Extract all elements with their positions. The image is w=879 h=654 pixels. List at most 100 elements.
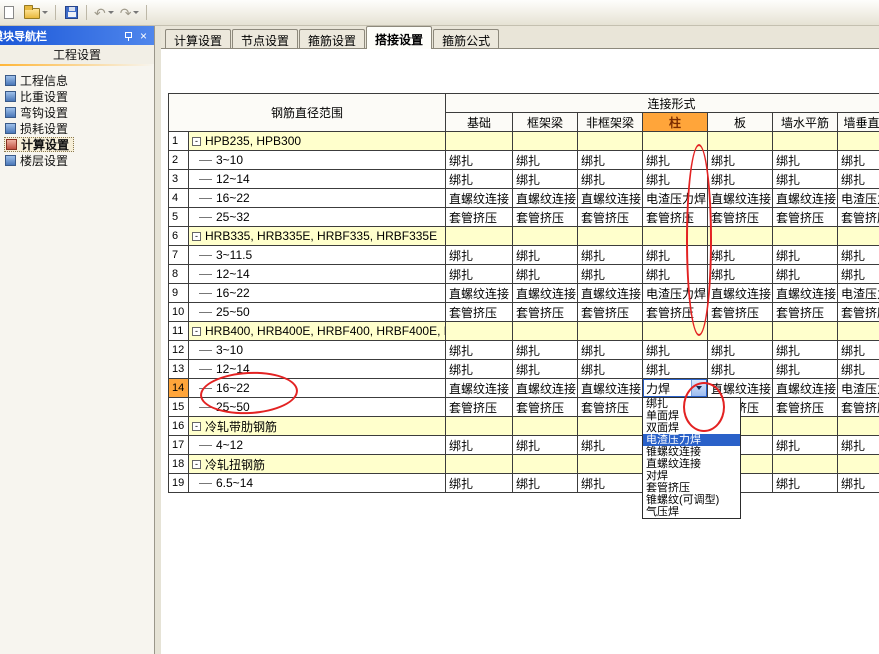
dropdown-option[interactable]: 电渣压力焊 [643, 434, 740, 446]
sidebar-item-project-info[interactable]: 工程信息 [4, 73, 72, 88]
connection-cell[interactable]: 绑扎 [708, 170, 773, 189]
connection-cell[interactable]: 直螺纹连接 [773, 379, 838, 398]
dropdown-option[interactable]: 绑扎 [643, 398, 740, 410]
connection-cell[interactable]: 套管挤压 [838, 208, 879, 227]
close-icon[interactable]: × [136, 29, 151, 43]
connection-cell[interactable]: 绑扎 [708, 341, 773, 360]
collapse-icon[interactable]: - [192, 326, 201, 336]
connection-combobox[interactable]: 力焊 [643, 379, 707, 397]
connection-cell[interactable]: 套管挤压 [578, 303, 643, 322]
connection-cell[interactable]: 绑扎 [446, 474, 513, 493]
connection-cell[interactable]: 绑扎 [446, 341, 513, 360]
connection-cell[interactable]: 绑扎 [643, 170, 708, 189]
connection-cell[interactable]: 绑扎 [578, 170, 643, 189]
connection-cell[interactable]: 绑扎 [773, 474, 838, 493]
diameter-range-cell[interactable]: 25~50 [189, 398, 446, 417]
tab-lap-settings[interactable]: 搭接设置 [366, 26, 433, 49]
connection-cell[interactable]: 套管挤压 [578, 208, 643, 227]
connection-cell[interactable]: 绑扎 [838, 151, 879, 170]
diameter-range-cell[interactable]: 12~14 [189, 170, 446, 189]
connection-cell[interactable]: 绑扎 [773, 360, 838, 379]
connection-cell[interactable]: 套管挤压 [838, 398, 879, 417]
tab-stirrup-formula[interactable]: 箍筋公式 [433, 29, 500, 48]
connection-cell[interactable]: 绑扎 [708, 360, 773, 379]
combobox-dropdown-button[interactable] [691, 380, 706, 396]
dropdown-option[interactable]: 对焊 [643, 470, 740, 482]
connection-cell[interactable]: 套管挤压 [708, 208, 773, 227]
connection-cell[interactable]: 绑扎 [578, 474, 643, 493]
connection-cell[interactable]: 绑扎 [513, 436, 578, 455]
connection-cell[interactable]: 套管挤压 [513, 398, 578, 417]
connection-cell[interactable]: 套管挤压 [773, 398, 838, 417]
connection-cell[interactable]: 绑扎 [838, 436, 879, 455]
sidebar-item-ratio-settings[interactable]: 比重设置 [4, 89, 72, 104]
connection-cell[interactable]: 套管挤压 [446, 303, 513, 322]
group-row[interactable]: - HPB235, HPB300 [189, 132, 446, 151]
dropdown-option[interactable]: 锥螺纹连接 [643, 446, 740, 458]
redo-button[interactable]: ↷ [118, 3, 142, 23]
connection-cell[interactable]: 套管挤压 [773, 303, 838, 322]
open-file-button[interactable] [22, 3, 50, 23]
dropdown-option[interactable]: 套管挤压 [643, 482, 740, 494]
tab-node-settings[interactable]: 节点设置 [232, 29, 299, 48]
connection-cell[interactable]: 绑扎 [643, 360, 708, 379]
connection-cell[interactable]: 套管挤压 [643, 303, 708, 322]
diameter-range-cell[interactable]: 16~22 [189, 284, 446, 303]
dropdown-option[interactable]: 双面焊 [643, 422, 740, 434]
connection-cell[interactable]: 绑扎 [513, 341, 578, 360]
diameter-range-cell[interactable]: 12~14 [189, 265, 446, 284]
diameter-range-cell[interactable]: 16~22 [189, 379, 446, 398]
group-row[interactable]: -HRB400, HRB400E, HRBF400, HRBF400E, RRB… [189, 322, 446, 341]
connection-cell[interactable]: 直螺纹连接 [578, 284, 643, 303]
connection-cell[interactable]: 套管挤压 [446, 208, 513, 227]
connection-cell[interactable]: 绑扎 [578, 246, 643, 265]
connection-cell[interactable]: 绑扎 [838, 170, 879, 189]
connection-cell[interactable]: 直螺纹连接 [578, 189, 643, 208]
connection-cell[interactable]: 绑扎 [446, 265, 513, 284]
connection-cell[interactable]: 绑扎 [446, 170, 513, 189]
connection-cell[interactable]: 套管挤压 [513, 303, 578, 322]
connection-cell[interactable]: 绑扎 [708, 246, 773, 265]
connection-cell[interactable]: 绑扎 [513, 151, 578, 170]
group-row[interactable]: - HRB335, HRB335E, HRBF335, HRBF335E [189, 227, 446, 246]
connection-cell[interactable]: 绑扎 [446, 151, 513, 170]
connection-cell[interactable]: 绑扎 [513, 360, 578, 379]
connection-cell[interactable]: 绑扎 [578, 436, 643, 455]
connection-cell[interactable]: 直螺纹连接 [513, 189, 578, 208]
connection-cell[interactable]: 直螺纹连接 [708, 379, 773, 398]
connection-cell[interactable]: 直螺纹连接 [773, 189, 838, 208]
connection-cell[interactable]: 直螺纹连接 [708, 284, 773, 303]
connection-cell[interactable]: 电渣压力焊 [838, 189, 879, 208]
connection-cell[interactable]: 套管挤压 [708, 303, 773, 322]
connection-cell[interactable]: 绑扎 [513, 170, 578, 189]
connection-cell[interactable]: 绑扎 [513, 246, 578, 265]
connection-cell[interactable]: 绑扎 [773, 170, 838, 189]
connection-cell[interactable]: 直螺纹连接 [513, 379, 578, 398]
tab-calc-settings[interactable]: 计算设置 [165, 29, 232, 48]
sidebar-item-loss-settings[interactable]: 损耗设置 [4, 121, 72, 136]
connection-cell[interactable]: 直螺纹连接 [446, 189, 513, 208]
diameter-range-cell[interactable]: 12~14 [189, 360, 446, 379]
connection-cell[interactable]: 绑扎 [446, 246, 513, 265]
collapse-icon[interactable]: - [192, 421, 201, 431]
connection-cell[interactable]: 绑扎 [773, 436, 838, 455]
connection-cell[interactable]: 绑扎 [773, 246, 838, 265]
sidebar-item-calc-settings[interactable]: 计算设置 [4, 137, 75, 152]
connection-cell[interactable]: 绑扎 [838, 265, 879, 284]
undo-button[interactable]: ↶ [92, 3, 116, 23]
connection-cell[interactable]: 绑扎 [838, 360, 879, 379]
connection-cell[interactable]: 绑扎 [838, 474, 879, 493]
dropdown-option[interactable]: 直螺纹连接 [643, 458, 740, 470]
connection-cell[interactable]: 套管挤压 [643, 208, 708, 227]
new-document-button[interactable] [0, 3, 20, 23]
connection-cell[interactable]: 套管挤压 [446, 398, 513, 417]
connection-cell[interactable]: 绑扎 [708, 265, 773, 284]
connection-cell[interactable]: 电渣压力焊 [643, 189, 708, 208]
connection-cell[interactable]: 绑扎 [446, 436, 513, 455]
group-row[interactable]: - 冷轧带肋钢筋 [189, 417, 446, 436]
connection-cell[interactable]: 套管挤压 [578, 398, 643, 417]
group-row[interactable]: - 冷轧扭钢筋 [189, 455, 446, 474]
connection-cell[interactable]: 电渣压力焊 [643, 284, 708, 303]
save-button[interactable] [61, 3, 81, 23]
connection-cell[interactable]: 直螺纹连接 [513, 284, 578, 303]
